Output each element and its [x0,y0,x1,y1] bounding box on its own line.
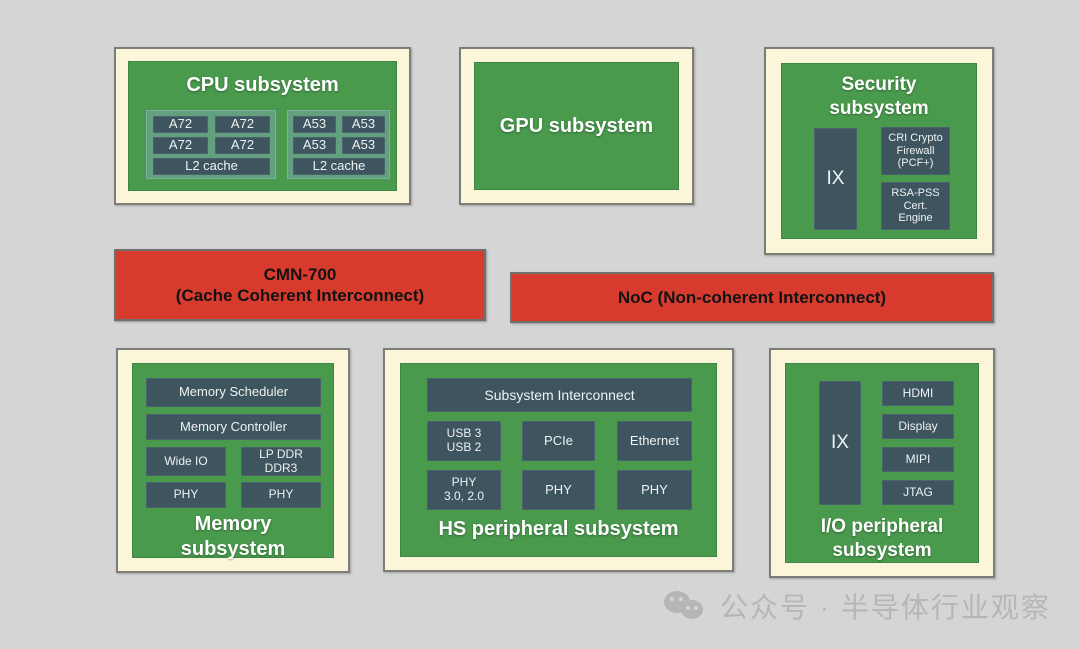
watermark: 公众号 · 半导体行业观察 [664,586,1051,626]
memory-phy-left-block: PHY [146,482,226,508]
memory-lpddr-ddr3-block: LP DDR DDR3 [241,447,321,476]
io-jtag-block: JTAG [882,480,954,505]
gpu-subsystem-body: GPU subsystem [474,62,679,190]
io-ix-block: IX [819,381,861,505]
hs-phy-ethernet-block: PHY [617,470,692,510]
hs-phy-usb-block: PHY 3.0, 2.0 [427,470,501,510]
io-peripheral-subsystem-frame: IX HDMI Display MIPI JTAG I/O peripheral… [769,348,995,578]
memory-subsystem-frame: Memory Scheduler Memory Controller Wide … [116,348,350,573]
cpu-subsystem-frame: CPU subsystem A72 A72 A72 A72 L2 cache A… [114,47,411,205]
cpu-core-a72-4: A72 [215,137,270,154]
cpu-core-a72-2: A72 [215,116,270,133]
io-hdmi-block: HDMI [882,381,954,406]
memory-subsystem-body: Memory Scheduler Memory Controller Wide … [132,363,334,560]
hs-usb-block: USB 3 USB 2 [427,421,501,461]
hs-peripheral-subsystem-title: HS peripheral subsystem [438,518,679,540]
hs-subsystem-interconnect-block: Subsystem Interconnect [427,378,692,412]
io-mipi-block: MIPI [882,447,954,472]
memory-scheduler-block: Memory Scheduler [146,378,321,407]
cpu-cluster-a53: A53 A53 A53 A53 L2 cache [287,110,390,179]
wechat-icon [664,591,708,621]
memory-subsystem-title-line2: subsystem [180,538,286,560]
diagram-canvas: CPU subsystem A72 A72 A72 A72 L2 cache A… [0,0,1080,649]
cmn-700-label-line1: CMN-700 [263,264,337,284]
cpu-core-a72-3: A72 [153,137,208,154]
cmn-700-label-line2: (Cache Coherent Interconnect) [175,286,425,305]
memory-controller-block: Memory Controller [146,414,321,440]
memory-wide-io-block: Wide IO [146,447,226,476]
io-display-block: Display [882,414,954,439]
cpu-core-a72-1: A72 [153,116,208,133]
hs-phy-pcie-block: PHY [522,470,595,510]
cmn-700-interconnect: CMN-700 (Cache Coherent Interconnect) [114,249,486,321]
gpu-subsystem-title: GPU subsystem [499,114,654,137]
security-rsa-pss-cert-engine-block: RSA-PSS Cert. Engine [881,182,950,230]
hs-peripheral-subsystem-body: Subsystem Interconnect USB 3 USB 2 PCIe … [400,363,717,557]
security-subsystem-title-line1: Security [841,74,917,95]
gpu-subsystem-frame: GPU subsystem [459,47,694,205]
cpu-core-a53-1: A53 [293,116,336,133]
security-subsystem-title-line2: subsystem [829,98,929,119]
hs-peripheral-subsystem-frame: Subsystem Interconnect USB 3 USB 2 PCIe … [383,348,734,572]
noc-interconnect: NoC (Non-coherent Interconnect) [510,272,994,323]
io-peripheral-subsystem-title-line1: I/O peripheral [820,516,944,537]
security-cri-crypto-firewall-block: CRI Crypto Firewall (PCF+) [881,127,950,175]
hs-pcie-block: PCIe [522,421,595,461]
io-peripheral-subsystem-title-line2: subsystem [832,540,932,561]
watermark-text: 公众号 · 半导体行业观察 [720,592,1051,623]
memory-subsystem-title-line1: Memory [194,513,272,535]
hs-ethernet-block: Ethernet [617,421,692,461]
cpu-subsystem-title: CPU subsystem [186,74,339,96]
cpu-l2-cache-a72: L2 cache [153,158,270,175]
security-subsystem-body: Security subsystem IX CRI Crypto Firewal… [781,63,977,239]
security-subsystem-frame: Security subsystem IX CRI Crypto Firewal… [764,47,994,255]
memory-phy-right-block: PHY [241,482,321,508]
cpu-l2-cache-a53: L2 cache [293,158,385,175]
cpu-core-a53-3: A53 [293,137,336,154]
cpu-subsystem-body: CPU subsystem A72 A72 A72 A72 L2 cache A… [128,61,397,191]
noc-label: NoC (Non-coherent Interconnect) [617,287,887,307]
io-peripheral-subsystem-body: IX HDMI Display MIPI JTAG I/O peripheral… [785,363,979,563]
cpu-cluster-a72: A72 A72 A72 A72 L2 cache [146,110,276,179]
cpu-core-a53-2: A53 [342,116,385,133]
security-ix-block: IX [814,128,857,230]
cpu-core-a53-4: A53 [342,137,385,154]
